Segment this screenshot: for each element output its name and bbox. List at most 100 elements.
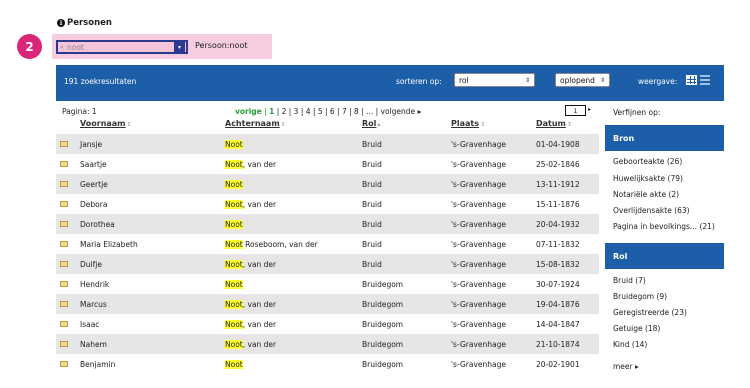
- cell-rol: Bruid: [362, 180, 382, 189]
- cell-plaats: 's-Gravenhage: [451, 220, 506, 229]
- cell-datum: 15-08-1832: [536, 260, 580, 269]
- facet-item[interactable]: Notariële akte (2): [613, 190, 679, 199]
- highlight: Noot: [225, 200, 243, 209]
- cell-voornaam: Jansje: [80, 140, 103, 149]
- highlight: Noot: [225, 300, 243, 309]
- next-arrow-icon[interactable]: ▸: [418, 107, 422, 116]
- sort-icon: ⇕: [126, 121, 132, 128]
- table-row[interactable]: Debora Noot, van der Bruid 's-Gravenhage…: [56, 194, 599, 214]
- facet-item[interactable]: Overlijdensakte (63): [613, 206, 690, 215]
- cell-plaats: 's-Gravenhage: [451, 160, 506, 169]
- search-dropdown-button[interactable]: ▾: [174, 42, 185, 52]
- highlight: Noot: [225, 320, 243, 329]
- cell-voornaam: Nahem: [80, 340, 107, 349]
- document-icon: [60, 161, 68, 167]
- search-icon: ⌕: [60, 43, 64, 51]
- cell-achternaam: Noot, van der: [225, 200, 277, 209]
- highlight: Noot: [225, 140, 243, 149]
- cell-voornaam: Marcus: [80, 300, 107, 309]
- table-row[interactable]: Nahem Noot, van der Bruidegom 's-Gravenh…: [56, 334, 599, 354]
- facet-item[interactable]: Pagina in bevolkings... (21): [613, 222, 715, 231]
- cell-voornaam: Duifje: [80, 260, 102, 269]
- cell-rol: Bruid: [362, 220, 382, 229]
- cell-datum: 19-04-1876: [536, 300, 580, 309]
- col-achternaam[interactable]: Achternaam⇕: [225, 119, 286, 128]
- list-view-icon[interactable]: [700, 75, 710, 85]
- col-rol[interactable]: Rol▴: [362, 119, 380, 128]
- section-title: i Personen: [57, 18, 112, 28]
- results-toolbar: 191 zoekresultaten sorteren op: rol ⇕ op…: [56, 65, 724, 101]
- table-row[interactable]: Benjamin Noot Bruidegom 's-Gravenhage 20…: [56, 354, 599, 374]
- cell-voornaam: Maria Elizabeth: [80, 240, 138, 249]
- cell-rol: Bruidegom: [362, 280, 404, 289]
- select-arrows-icon: ⇕: [599, 76, 605, 84]
- cell-rol: Bruidegom: [362, 360, 404, 369]
- go-arrow-icon[interactable]: ▸: [588, 106, 591, 113]
- sort-select[interactable]: rol ⇕: [454, 73, 535, 87]
- table-row[interactable]: Jansje Noot Bruid 's-Gravenhage 01-04-19…: [56, 134, 599, 154]
- sort-asc-icon: ▴: [377, 121, 381, 128]
- cell-achternaam: Noot, van der: [225, 260, 277, 269]
- cell-achternaam: Noot: [225, 360, 243, 369]
- highlight: Noot: [225, 280, 243, 289]
- cell-voornaam: Geertje: [80, 180, 108, 189]
- cell-plaats: 's-Gravenhage: [451, 300, 506, 309]
- cell-rol: Bruid: [362, 260, 382, 269]
- cell-datum: 20-02-1901: [536, 360, 580, 369]
- search-box[interactable]: ⌕ ▾: [56, 40, 188, 54]
- document-icon: [60, 341, 68, 347]
- cell-plaats: 's-Gravenhage: [451, 280, 506, 289]
- cell-datum: 15-11-1876: [536, 200, 580, 209]
- facet-item[interactable]: Geregistreerde (23): [613, 308, 687, 317]
- prev-link[interactable]: vorige: [235, 107, 262, 116]
- facet-item[interactable]: Huwelijksakte (79): [613, 174, 683, 183]
- facet-item[interactable]: Geboorteakte (26): [613, 157, 682, 166]
- table-row[interactable]: Maria Elizabeth Noot Roseboom, van der B…: [56, 234, 599, 254]
- next-link[interactable]: volgende: [381, 107, 416, 116]
- col-datum[interactable]: Datum⇕: [536, 119, 572, 128]
- table-row[interactable]: Hendrik Noot Bruidegom 's-Gravenhage 30-…: [56, 274, 599, 294]
- col-voornaam[interactable]: Voornaam⇕: [80, 119, 132, 128]
- select-arrows-icon: ⇕: [524, 76, 530, 84]
- cell-datum: 30-07-1924: [536, 280, 580, 289]
- step-badge: 2: [17, 34, 42, 59]
- sort-icon: ⇕: [566, 121, 572, 128]
- cell-voornaam: Benjamin: [80, 360, 116, 369]
- order-select[interactable]: oplopend ⇕: [555, 73, 610, 87]
- cell-plaats: 's-Gravenhage: [451, 340, 506, 349]
- section-title-label: Personen: [67, 18, 112, 28]
- cell-rol: Bruid: [362, 200, 382, 209]
- table-row[interactable]: Geertje Noot Bruid 's-Gravenhage 13-11-1…: [56, 174, 599, 194]
- facet-item[interactable]: Bruid (7): [613, 276, 646, 285]
- table-row[interactable]: Isaac Noot, van der Bruidegom 's-Gravenh…: [56, 314, 599, 334]
- document-icon: [60, 201, 68, 207]
- cell-datum: 21-10-1874: [536, 340, 580, 349]
- facet-item[interactable]: Getuige (18): [613, 324, 660, 333]
- facet-item[interactable]: Kind (14): [613, 340, 647, 349]
- page-links[interactable]: | 2 | 3 | 4 | 5 | 6 | 7 | 8 | ... |: [277, 107, 378, 116]
- facet-header-bron: Bron: [605, 125, 724, 151]
- table-row[interactable]: Dorothea Noot Bruid 's-Gravenhage 20-04-…: [56, 214, 599, 234]
- col-plaats[interactable]: Plaats⇕: [451, 119, 485, 128]
- cell-plaats: 's-Gravenhage: [451, 240, 506, 249]
- cell-rol: Bruid: [362, 140, 382, 149]
- current-page: 1: [269, 107, 275, 116]
- sort-icon: ⇕: [480, 121, 486, 128]
- cell-datum: 25-02-1846: [536, 160, 580, 169]
- search-input[interactable]: [58, 42, 174, 52]
- highlight: Noot: [225, 220, 243, 229]
- cell-voornaam: Debora: [80, 200, 108, 209]
- table-row[interactable]: Saartje Noot, van der Bruid 's-Gravenhag…: [56, 154, 599, 174]
- table-row[interactable]: Duifje Noot, van der Bruid 's-Gravenhage…: [56, 254, 599, 274]
- sort-select-value: rol: [459, 75, 469, 85]
- grid-view-icon[interactable]: [686, 75, 697, 85]
- view-label: weergave:: [638, 77, 678, 86]
- cell-voornaam: Isaac: [80, 320, 100, 329]
- highlight: Noot: [225, 360, 243, 369]
- cell-plaats: 's-Gravenhage: [451, 140, 506, 149]
- page-number-input[interactable]: 1: [565, 105, 586, 116]
- pager: vorige | 1 | 2 | 3 | 4 | 5 | 6 | 7 | 8 |…: [235, 107, 421, 116]
- facet-item[interactable]: Bruidegom (9): [613, 292, 667, 301]
- more-link[interactable]: meer ▸: [613, 362, 639, 371]
- table-row[interactable]: Marcus Noot, van der Bruidegom 's-Graven…: [56, 294, 599, 314]
